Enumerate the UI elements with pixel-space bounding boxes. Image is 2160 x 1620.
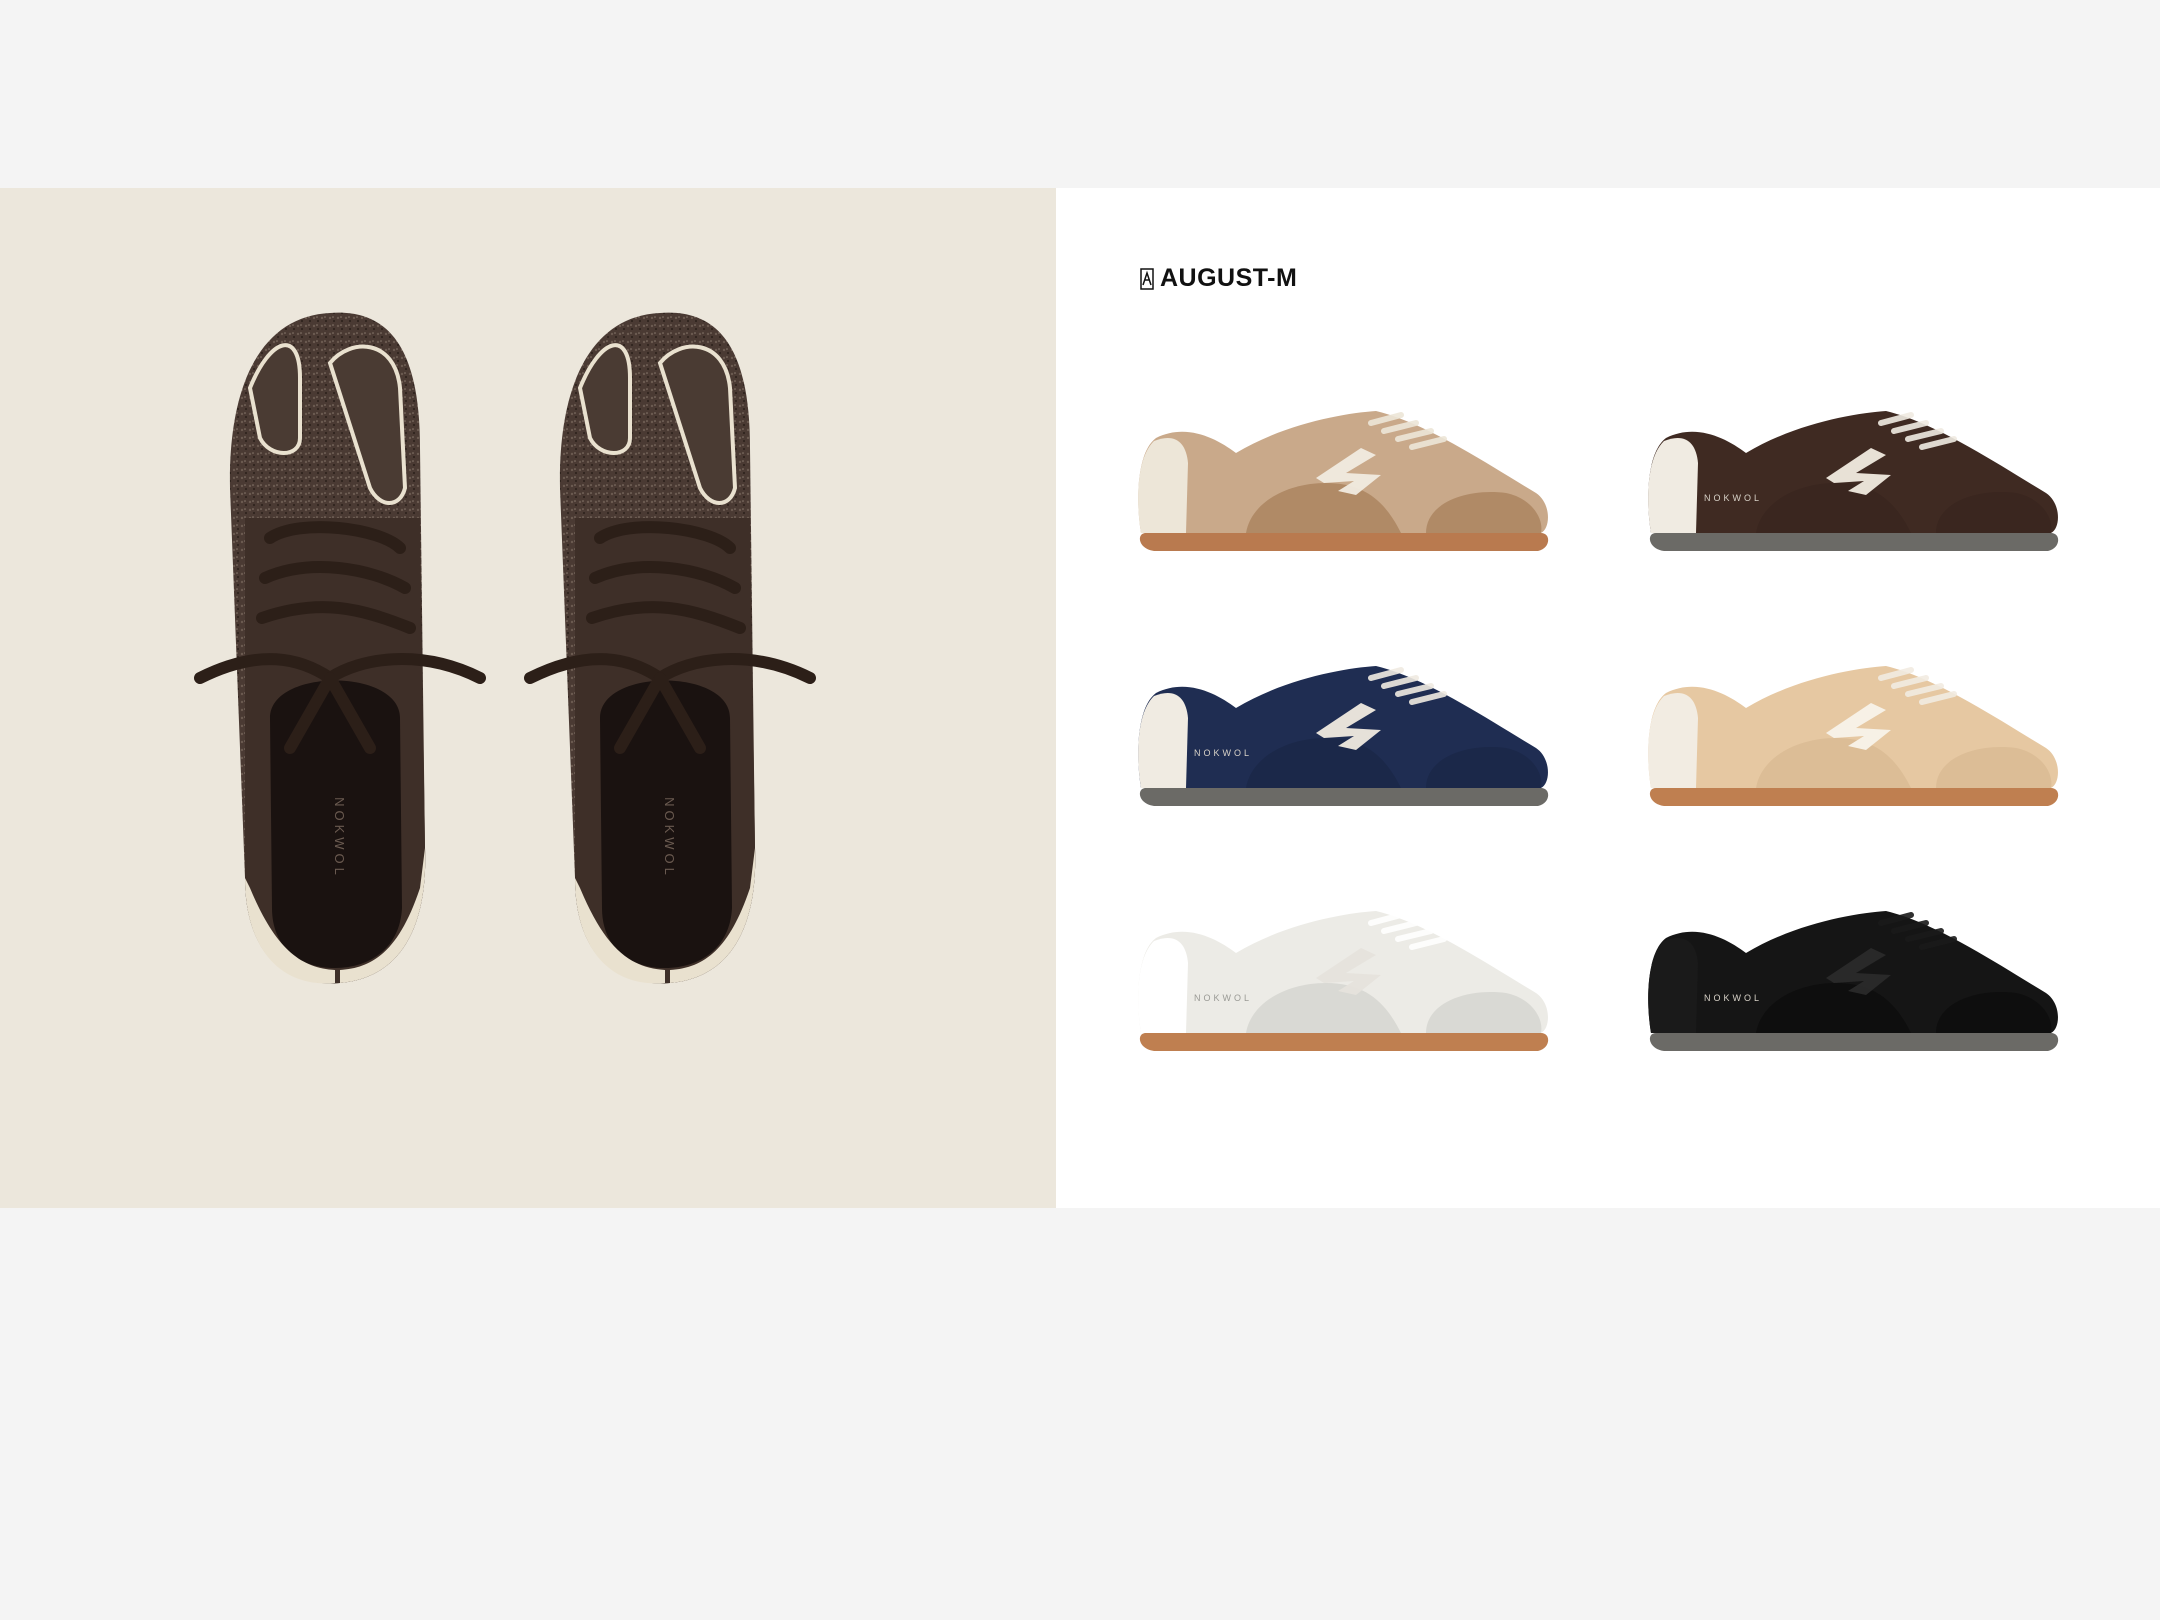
sneaker-black-leather-image <box>1648 911 2059 1051</box>
promo-banner: NOKWOL NOKWOL AUGUST-M NOKWOL NOKWOL NOK… <box>0 188 2160 1208</box>
left-insole-text: NOKWOL <box>332 797 347 879</box>
right-shoe: NOKWOL <box>524 312 816 984</box>
product-print-text: NOKWOL <box>1704 493 1763 503</box>
sneaker-beige-suede-image <box>1648 666 2059 806</box>
sneaker-white-leather-image <box>1138 911 1549 1051</box>
product-catalog: AUGUST-M NOKWOL NOKWOL NOKWOL NOKWOL <box>1056 188 2160 1208</box>
hero-image-top-view-sneakers: NOKWOL NOKWOL <box>0 188 1056 1208</box>
product-print-text: NOKWOL <box>1194 993 1253 1003</box>
brand-logo-icon <box>1140 267 1154 290</box>
brand-header: AUGUST-M <box>1140 264 1297 293</box>
product-sneaker-white[interactable]: NOKWOL <box>1126 883 1556 1058</box>
left-shoe: NOKWOL <box>194 312 486 984</box>
product-sneaker-navy[interactable]: NOKWOL <box>1126 638 1556 813</box>
product-print-text: NOKWOL <box>1704 993 1763 1003</box>
sneaker-brown-suede-image <box>1648 411 2059 551</box>
product-sneaker-tan[interactable] <box>1126 383 1556 558</box>
sneaker-tan-suede-image <box>1138 411 1549 551</box>
product-sneaker-brown[interactable]: NOKWOL <box>1636 383 2066 558</box>
right-insole-text: NOKWOL <box>662 797 677 879</box>
product-sneaker-black[interactable]: NOKWOL <box>1636 883 2066 1058</box>
product-print-text: NOKWOL <box>1194 748 1253 758</box>
product-sneaker-beige[interactable] <box>1636 638 2066 813</box>
sneaker-pair-top-view: NOKWOL NOKWOL <box>194 312 816 984</box>
brand-name: AUGUST-M <box>1160 264 1298 292</box>
sneaker-navy-suede-image <box>1138 666 1549 806</box>
